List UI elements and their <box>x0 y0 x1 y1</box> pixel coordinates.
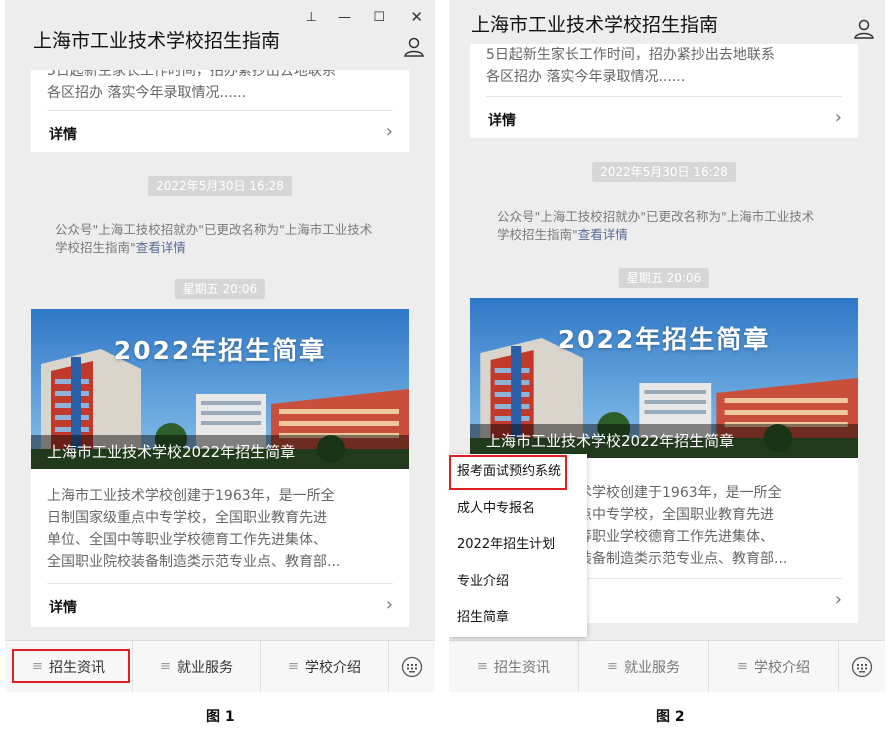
summary-line: 装备制造类示范专业点、教育部... <box>578 551 788 567</box>
timestamp-pill: 星期五 20:06 <box>618 268 710 288</box>
keyboard-icon <box>401 656 423 677</box>
article-card[interactable]: 2022年招生简章 上海市工业技术学校2022年招生简章 上海市工业技术学校创建… <box>31 309 409 627</box>
tab-employment-service[interactable]: ≡ 就业服务 <box>133 641 261 692</box>
rename-notice: 公众号"上海工技校招就办"已更改名称为"上海市工业技术 学校招生指南"查看详情 <box>497 208 847 244</box>
summary-line: 点中专学校，全国职业教育先进 <box>578 507 774 523</box>
article-banner-image[interactable]: 2022年招生简章 上海市工业技术学校2022年招生简章 <box>470 298 858 458</box>
notice-line1: 公众号"上海工技校招就办"已更改名称为"上海市工业技术 <box>497 209 815 224</box>
window-header: 上海市工业技术学校招生指南 <box>449 0 885 44</box>
user-icon[interactable] <box>853 18 875 40</box>
top-card-text-line1: 5日起新生家长工作时间，招办紧抄出去地联系 <box>486 47 775 63</box>
app-title: 上海市工业技术学校招生指南 <box>33 30 281 52</box>
summary-line: 等职业学校德育工作先进集体、 <box>578 529 774 545</box>
banner-title: 2022年招生简章 <box>557 325 771 354</box>
summary-line: 单位、全国中等职业学校德育工作先进集体、 <box>47 532 327 548</box>
tab-label: 就业服务 <box>176 659 233 676</box>
tab-admission-news[interactable]: ≡ 招生资讯 <box>449 641 579 692</box>
view-details-link[interactable]: 查看详情 <box>578 227 628 242</box>
article-title[interactable]: 上海市工业技术学校2022年招生简章 <box>470 424 858 458</box>
detail-label: 详情 <box>49 127 77 143</box>
top-message-card[interactable]: 5日起新生家长工作时间，招办紧抄出去地联系 各区招办 落实今年录取情况.....… <box>470 35 858 138</box>
top-card-text-line2: 各区招办 落实今年录取情况...... <box>47 85 247 101</box>
tab-label: 学校介绍 <box>753 659 810 676</box>
pin-icon[interactable]: ⊥ <box>306 10 317 25</box>
rename-notice: 公众号"上海工技校招就办"已更改名称为"上海市工业技术 学校招生指南"查看详情 <box>55 221 395 257</box>
article-title[interactable]: 上海市工业技术学校2022年招生简章 <box>31 435 409 469</box>
menu-item-enrollment-plan[interactable]: 2022年招生计划 <box>449 527 587 564</box>
notice-line1: 公众号"上海工技校招就办"已更改名称为"上海市工业技术 <box>55 222 373 237</box>
close-icon[interactable]: ✕ <box>410 8 423 26</box>
detail-label: 详情 <box>49 600 77 616</box>
top-card-text-line2: 各区招办 落实今年录取情况...... <box>486 69 686 85</box>
window-header: 上海市工业技术学校招生指南 ⊥ — ☐ ✕ <box>5 0 435 70</box>
notice-line2: 学校招生指南" <box>55 240 136 255</box>
summary-line: 术学校创建于1963年，是一所全 <box>578 485 782 501</box>
timestamp-pill: 2022年5月30日 16:28 <box>148 176 292 196</box>
article-summary: 上海市工业技术学校创建于1963年，是一所全 日制国家级重点中专学校，全国职业教… <box>31 485 409 573</box>
summary-line: 全国职业院校装备制造类示范专业点、教育部... <box>47 554 341 570</box>
top-card-detail-row[interactable]: 详情 › <box>486 96 842 140</box>
menu-icon: ≡ <box>607 659 618 674</box>
article-summary: 术学校创建于1963年，是一所全 点中专学校，全国职业教育先进 等职业学校德育工… <box>566 482 858 570</box>
menu-icon: ≡ <box>737 659 748 674</box>
detail-label: 详情 <box>488 113 516 129</box>
keyboard-icon <box>851 656 873 677</box>
chevron-right-icon: › <box>834 589 842 610</box>
user-icon[interactable] <box>403 36 425 58</box>
bottom-menu-bar: ≡ 招生资讯 ≡ 就业服务 ≡ 学校介绍 <box>449 640 885 692</box>
tab-employment-service[interactable]: ≡ 就业服务 <box>579 641 709 692</box>
highlight-box <box>12 649 130 683</box>
keyboard-toggle[interactable] <box>839 641 885 692</box>
figure-caption-2: 图 2 <box>656 709 685 725</box>
menu-icon: ≡ <box>288 659 299 674</box>
summary-line: 日制国家级重点中专学校，全国职业教育先进 <box>47 510 327 526</box>
timestamp-pill: 星期五 20:06 <box>174 279 266 299</box>
keyboard-toggle[interactable] <box>389 641 435 692</box>
menu-item-admission-brochure[interactable]: 招生简章 <box>449 600 587 637</box>
tab-label: 就业服务 <box>623 659 680 676</box>
menu-icon: ≡ <box>477 659 488 674</box>
menu-item-major-intro[interactable]: 专业介绍 <box>449 564 587 601</box>
highlight-box <box>449 455 567 490</box>
maximize-icon[interactable]: ☐ <box>373 10 385 25</box>
tab-label: 招生资讯 <box>493 659 550 676</box>
figure-caption-1: 图 1 <box>206 709 235 725</box>
minimize-icon[interactable]: — <box>338 10 351 25</box>
notice-line2: 学校招生指南" <box>497 227 578 242</box>
chevron-right-icon: › <box>385 594 393 615</box>
menu-icon: ≡ <box>160 659 171 674</box>
screenshot-figure-1: 5日起新生家长工作时间，招办紧抄出去地联系 各区招办 落实今年录取情况.....… <box>5 0 435 692</box>
tab-label: 学校介绍 <box>304 659 361 676</box>
tab-school-intro[interactable]: ≡ 学校介绍 <box>709 641 839 692</box>
article-banner-image[interactable]: 2022年招生简章 上海市工业技术学校2022年招生简章 <box>31 309 409 469</box>
screenshot-figure-2: 5日起新生家长工作时间，招办紧抄出去地联系 各区招办 落实今年录取情况.....… <box>449 0 885 692</box>
banner-title: 2022年招生简章 <box>113 336 327 365</box>
chevron-right-icon: › <box>385 121 393 142</box>
app-title: 上海市工业技术学校招生指南 <box>471 14 719 36</box>
summary-line: 上海市工业技术学校创建于1963年，是一所全 <box>47 488 335 504</box>
article-detail-row[interactable]: 详情 › <box>47 583 393 627</box>
tab-school-intro[interactable]: ≡ 学校介绍 <box>261 641 389 692</box>
menu-item-adult-enrollment[interactable]: 成人中专报名 <box>449 491 587 528</box>
chevron-right-icon: › <box>834 107 842 128</box>
top-card-detail-row[interactable]: 详情 › <box>47 110 393 154</box>
timestamp-pill: 2022年5月30日 16:28 <box>592 162 736 182</box>
view-details-link[interactable]: 查看详情 <box>136 240 186 255</box>
